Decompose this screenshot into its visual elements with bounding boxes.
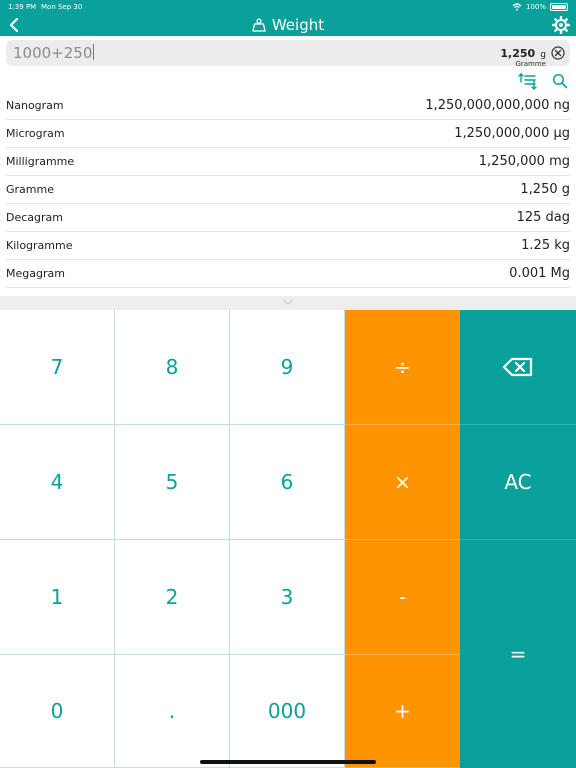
equals-button[interactable]: = (460, 540, 576, 768)
key-6[interactable]: 6 (230, 425, 345, 540)
list-item[interactable]: Megagram 0.001 Mg (6, 260, 570, 288)
result-value: 1,250 (500, 47, 536, 60)
home-indicator (200, 760, 376, 764)
result-display: 1,250 g Gramme (500, 42, 546, 68)
backspace-icon (502, 357, 533, 377)
divide-button[interactable]: ÷ (345, 310, 460, 425)
keypad: 7 8 9 ÷ 4 5 6 × AC 1 2 3 - = 0 . 000 + (0, 310, 576, 768)
unit-label: Milligramme (6, 155, 75, 168)
wifi-icon (512, 3, 522, 11)
sort-icon[interactable] (518, 72, 538, 90)
key-7[interactable]: 7 (0, 310, 115, 425)
key-1[interactable]: 1 (0, 540, 115, 655)
result-unit-name: Gramme (515, 60, 546, 68)
list-item[interactable]: Milligramme 1,250,000 mg (6, 148, 570, 176)
unit-label: Gramme (6, 183, 54, 196)
search-icon[interactable] (552, 73, 568, 89)
plus-button[interactable]: + (345, 655, 460, 768)
expression-text: 1000+250 (13, 44, 93, 62)
all-clear-button[interactable]: AC (460, 425, 576, 540)
text-caret (93, 44, 95, 60)
unit-value: 1,250,000 mg (478, 154, 570, 169)
status-right: 100% (512, 0, 568, 14)
page-title: Weight (271, 16, 325, 34)
list-item[interactable]: Gramme 1,250 g (6, 176, 570, 204)
unit-label: Nanogram (6, 99, 64, 112)
gear-icon[interactable] (552, 16, 570, 34)
expression-field[interactable]: 1000+250 (13, 40, 95, 66)
decimal-point-button[interactable]: . (115, 655, 230, 768)
unit-label: Kilogramme (6, 239, 73, 252)
key-000[interactable]: 000 (230, 655, 345, 768)
unit-value: 0.001 Mg (509, 266, 570, 281)
result-unit: g (540, 50, 546, 60)
list-item[interactable]: Microgram 1,250,000,000 µg (6, 120, 570, 148)
conversion-list: Nanogram 1,250,000,000,000 ng Microgram … (0, 92, 576, 288)
weight-icon (252, 18, 266, 32)
list-tools (518, 72, 568, 90)
unit-label: Microgram (6, 127, 65, 140)
expression-input-bar[interactable]: 1000+250 1,250 g Gramme (6, 40, 570, 68)
battery-percent: 100% (525, 3, 546, 11)
unit-label: Decagram (6, 211, 63, 224)
list-item[interactable]: Decagram 125 dag (6, 204, 570, 232)
unit-value: 1,250,000,000 µg (454, 126, 570, 141)
list-item[interactable]: Nanogram 1,250,000,000,000 ng (6, 92, 570, 120)
unit-value: 1,250 g (520, 182, 570, 197)
key-9[interactable]: 9 (230, 310, 345, 425)
key-0[interactable]: 0 (0, 655, 115, 768)
list-item[interactable]: Kilogramme 1.25 kg (6, 232, 570, 260)
multiply-button[interactable]: × (345, 425, 460, 540)
unit-label: Megagram (6, 267, 65, 280)
keypad-collapse-handle[interactable] (0, 296, 576, 310)
top-bar: 1:39 PM Mon Sep 30 100% Weight (0, 0, 576, 36)
status-date: Mon Sep 30 (41, 3, 83, 11)
key-5[interactable]: 5 (115, 425, 230, 540)
nav-title: Weight (0, 14, 576, 36)
backspace-button[interactable] (460, 310, 576, 425)
minus-button[interactable]: - (345, 540, 460, 655)
key-2[interactable]: 2 (115, 540, 230, 655)
status-time: 1:39 PM (8, 3, 37, 11)
key-4[interactable]: 4 (0, 425, 115, 540)
battery-icon (550, 3, 568, 11)
clear-input-icon[interactable] (551, 46, 565, 60)
key-3[interactable]: 3 (230, 540, 345, 655)
unit-value: 1.25 kg (521, 238, 570, 253)
unit-value: 125 dag (516, 210, 570, 225)
nav-bar: Weight (0, 14, 576, 36)
key-8[interactable]: 8 (115, 310, 230, 425)
chevron-down-icon (283, 299, 293, 305)
unit-value: 1,250,000,000,000 ng (425, 98, 570, 113)
status-bar: 1:39 PM Mon Sep 30 100% (0, 0, 576, 14)
